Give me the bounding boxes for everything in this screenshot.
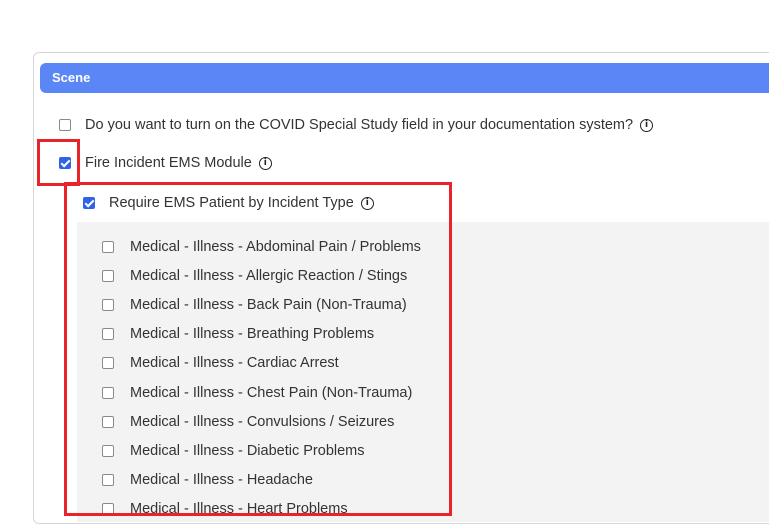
fire-ems-option-label: Fire Incident EMS Module bbox=[85, 155, 252, 171]
info-icon[interactable]: i bbox=[258, 156, 272, 170]
covid-option-row: Do you want to turn on the COVID Special… bbox=[59, 117, 654, 133]
highlight-box-require-ems-section bbox=[64, 182, 452, 516]
section-header-scene: Scene bbox=[40, 63, 769, 93]
covid-checkbox[interactable] bbox=[59, 119, 71, 131]
covid-option-label: Do you want to turn on the COVID Special… bbox=[85, 117, 634, 133]
highlight-box-fire-ems-checkbox bbox=[37, 139, 80, 186]
fire-ems-option-row: Fire Incident EMS Module i bbox=[59, 155, 272, 171]
info-icon[interactable]: i bbox=[640, 118, 654, 132]
